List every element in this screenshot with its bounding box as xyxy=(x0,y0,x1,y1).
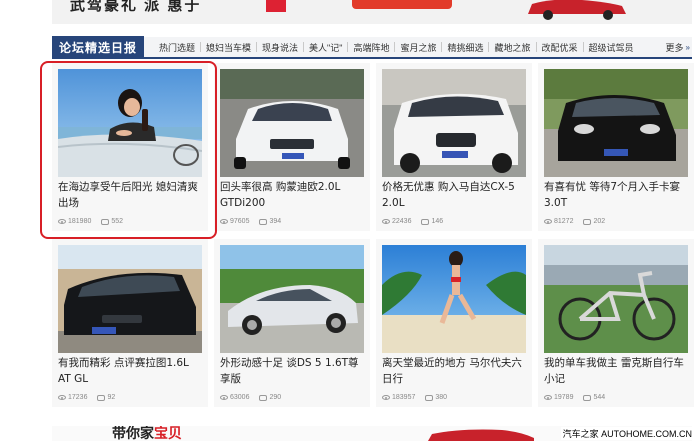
comment-count: 394 xyxy=(269,218,282,225)
comment-count: 544 xyxy=(593,394,606,401)
view-count: 97605 xyxy=(230,218,250,225)
views-icon xyxy=(382,395,390,400)
view-count: 19789 xyxy=(554,394,574,401)
list-item[interactable]: 外形动感十足 谈DS 5 1.6T尊享版 63006 290 xyxy=(214,239,370,407)
top-ad-banner[interactable]: 武驾豪礼 派 惠于 xyxy=(52,0,692,24)
highlight-annotation xyxy=(40,61,217,239)
tab-picks[interactable]: 精挑细选 xyxy=(442,41,488,54)
forum-digest-nav: 论坛精选日报 热门选题 媳妇当车模 现身说法 美人"记" 高端阵地 蜜月之旅 精… xyxy=(52,36,692,59)
card-stats: 81272 202 xyxy=(544,218,611,225)
comment-icon xyxy=(583,394,592,401)
card-title[interactable]: 价格无优惠 购入马自达CX-5 2.0L xyxy=(382,179,528,211)
view-count: 17236 xyxy=(68,394,88,401)
top-banner-car-image xyxy=(528,0,626,20)
card-title[interactable]: 外形动感十足 谈DS 5 1.6T尊享版 xyxy=(220,355,366,387)
view-count: 81272 xyxy=(554,218,574,225)
comment-count: 146 xyxy=(431,218,444,225)
card-stats: 17236 92 xyxy=(58,394,121,401)
views-icon xyxy=(382,219,390,224)
views-icon xyxy=(544,395,552,400)
top-banner-headline: 武驾豪礼 派 惠于 xyxy=(70,0,202,12)
more-link[interactable]: 更多 » xyxy=(666,41,690,54)
views-icon xyxy=(220,395,228,400)
thumbnail-black-cayenne[interactable] xyxy=(544,69,688,177)
list-item[interactable]: 离天堂最近的地方 马尔代夫六日行 183957 380 xyxy=(376,239,532,407)
comment-icon xyxy=(259,394,268,401)
card-title[interactable]: 有喜有忧 等待7个月入手卡宴3.0T xyxy=(544,179,690,211)
list-item[interactable]: 有喜有忧 等待7个月入手卡宴3.0T 81272 202 xyxy=(538,63,694,231)
thumbnail-black-cerato[interactable] xyxy=(58,245,202,353)
view-count: 183957 xyxy=(392,394,416,401)
card-title[interactable]: 我的单车我做主 雷克斯自行车小记 xyxy=(544,355,690,387)
card-stats: 183957 380 xyxy=(382,394,453,401)
tab-beauty-notes[interactable]: 美人"记" xyxy=(304,41,347,54)
card-stats: 63006 290 xyxy=(220,394,287,401)
tab-tibet-trip[interactable]: 藏地之旅 xyxy=(489,41,535,54)
card-title[interactable]: 离天堂最近的地方 马尔代夫六日行 xyxy=(382,355,528,387)
more-link-label: 更多 xyxy=(665,42,684,53)
comment-icon xyxy=(425,394,434,401)
thumbnail-white-mondeo[interactable] xyxy=(220,69,364,177)
views-icon xyxy=(544,219,552,224)
card-title[interactable]: 有我而精彩 点评赛拉图1.6L AT GL xyxy=(58,355,204,387)
tab-personal-stories[interactable]: 现身说法 xyxy=(257,41,303,54)
comment-count: 380 xyxy=(435,394,448,401)
thumbnail-silver-ds5[interactable] xyxy=(220,245,364,353)
site-watermark: 汽车之家 AUTOHOME.COM.CN xyxy=(560,427,694,440)
tab-high-end[interactable]: 高端阵地 xyxy=(348,41,394,54)
comment-icon xyxy=(583,218,592,225)
top-banner-signup-button[interactable] xyxy=(352,0,452,9)
bottom-banner-text-b: 宝贝 xyxy=(154,426,182,441)
comment-count: 92 xyxy=(107,394,116,401)
card-stats: 97605 394 xyxy=(220,218,287,225)
tab-honeymoon[interactable]: 蜜月之旅 xyxy=(395,41,441,54)
bottom-banner-text-a: 带你家 xyxy=(112,426,154,441)
tab-hot-topics[interactable]: 热门选题 xyxy=(154,41,200,54)
thumbnail-white-cx5[interactable] xyxy=(382,69,526,177)
top-banner-badge xyxy=(266,0,286,12)
thumbnail-maldives-beach[interactable] xyxy=(382,245,526,353)
view-count: 63006 xyxy=(230,394,250,401)
views-icon xyxy=(58,395,66,400)
bottom-banner-text: 带你家宝贝 xyxy=(112,426,182,441)
double-chevron-right-icon: » xyxy=(685,42,690,52)
nav-tabs: 热门选题 媳妇当车模 现身说法 美人"记" 高端阵地 蜜月之旅 精挑细选 藏地之… xyxy=(154,41,666,54)
tab-modding[interactable]: 改配优采 xyxy=(537,41,583,54)
tab-wife-model[interactable]: 媳妇当车模 xyxy=(201,41,256,54)
section-title: 论坛精选日报 xyxy=(52,36,144,58)
card-stats: 22436 146 xyxy=(382,218,449,225)
list-item[interactable]: 回头率很高 购蒙迪欧2.0L GTDi200 97605 394 xyxy=(214,63,370,231)
views-icon xyxy=(220,219,228,224)
thumbnail-bicycle[interactable] xyxy=(544,245,688,353)
comment-icon xyxy=(421,218,430,225)
list-item[interactable]: 价格无优惠 购入马自达CX-5 2.0L 22436 146 xyxy=(376,63,532,231)
card-stats: 19789 544 xyxy=(544,394,611,401)
card-title[interactable]: 回头率很高 购蒙迪欧2.0L GTDi200 xyxy=(220,179,366,211)
list-item[interactable]: 我的单车我做主 雷克斯自行车小记 19789 544 xyxy=(538,239,694,407)
comment-icon xyxy=(97,394,106,401)
comment-icon xyxy=(259,218,268,225)
tab-test-driver[interactable]: 超级试驾员 xyxy=(584,41,639,54)
comment-count: 290 xyxy=(269,394,282,401)
bottom-banner-car-image xyxy=(428,429,534,441)
comment-count: 202 xyxy=(593,218,606,225)
list-item[interactable]: 有我而精彩 点评赛拉图1.6L AT GL 17236 92 xyxy=(52,239,208,407)
view-count: 22436 xyxy=(392,218,412,225)
